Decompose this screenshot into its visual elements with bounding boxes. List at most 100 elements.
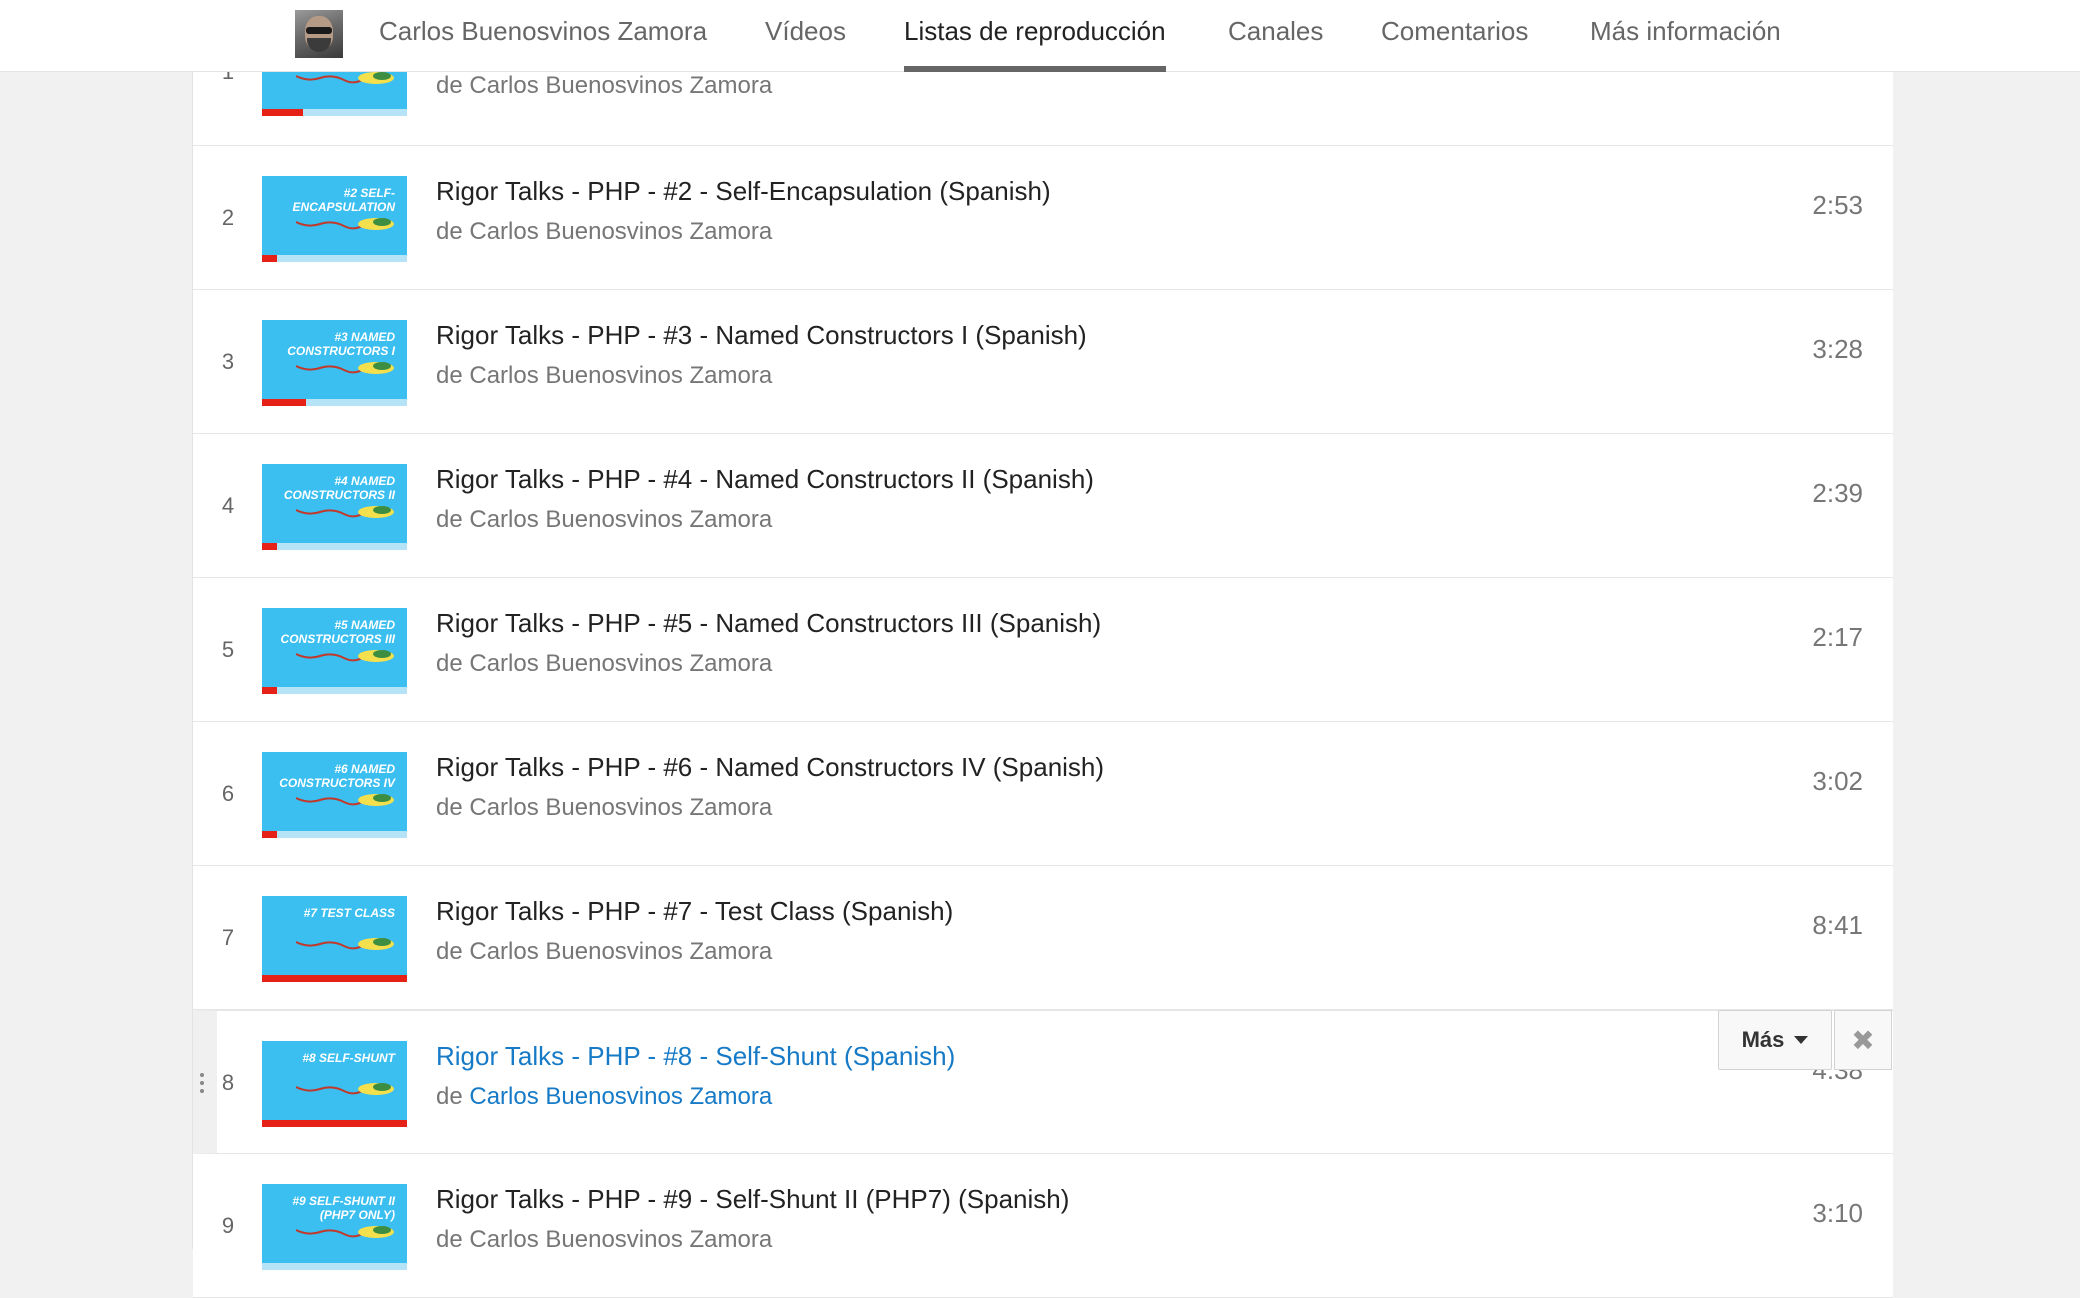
video-duration: 3:02 <box>1812 766 1863 796</box>
video-byline: de Carlos Buenosvinos Zamora <box>436 650 772 678</box>
playlist-index: 8 <box>221 1070 235 1095</box>
byline-prefix: de <box>436 506 463 533</box>
playlist-row[interactable]: 4 #4 NAMED CONSTRUCTORS II Rigor Talks - P… <box>193 434 1893 578</box>
watch-progress-fill <box>262 399 306 406</box>
video-byline: de Carlos Buenosvinos Zamora <box>436 1226 772 1254</box>
watch-progress-bar <box>262 543 407 550</box>
author-link[interactable]: Carlos Buenosvinos Zamora <box>469 218 772 245</box>
caret-down-icon <box>1794 1036 1809 1044</box>
author-link[interactable]: Carlos Buenosvinos Zamora <box>469 72 772 99</box>
thumbnail-caption: #3 NAMED CONSTRUCTORS I <box>287 330 395 358</box>
tab-playlists[interactable]: Listas de reproducción <box>904 0 1166 72</box>
thumbnail-caption: #2 SELF-ENCAPSULATION <box>292 186 395 214</box>
watch-progress-fill <box>262 255 277 262</box>
video-thumbnail[interactable]: #7 TEST CLASS <box>262 896 407 982</box>
thumbnail-graphic <box>296 506 394 518</box>
video-duration: 3:10 <box>1812 1198 1863 1228</box>
thumbnail-caption: #5 NAMED CONSTRUCTORS III <box>280 618 395 646</box>
drag-handle-icon[interactable] <box>199 1073 205 1097</box>
byline-prefix: de <box>436 794 463 821</box>
thumbnail-caption: #4 NAMED CONSTRUCTORS II <box>283 474 395 502</box>
playlist-panel: 1de Carlos Buenosvinos Zamora2#2 SELF-EN… <box>192 0 1893 1298</box>
playlist-row[interactable]: 2 #2 SELF-ENCAPSULATION Rigor Talks - PHP … <box>193 146 1893 290</box>
watch-progress-bar <box>262 399 407 406</box>
thumbnail-graphic <box>296 1083 394 1095</box>
byline-prefix: de <box>436 650 463 677</box>
thumbnail-caption: #8 SELF-SHUNT <box>302 1051 395 1065</box>
video-thumbnail[interactable]: #4 NAMED CONSTRUCTORS II <box>262 464 407 550</box>
video-thumbnail[interactable]: #6 NAMED CONSTRUCTORS IV <box>262 752 407 838</box>
playlist-index: 3 <box>221 349 235 374</box>
thumbnail-graphic <box>296 938 394 950</box>
video-byline: de Carlos Buenosvinos Zamora <box>436 72 772 100</box>
video-duration: 3:28 <box>1812 334 1863 364</box>
byline-prefix: de <box>436 1083 463 1110</box>
channel-nav: Carlos Buenosvinos Zamora Vídeos Listas … <box>0 0 2080 72</box>
tab-comments[interactable]: Comentarios <box>1381 0 1528 72</box>
more-button-label: Más <box>1741 1027 1785 1052</box>
video-title-link[interactable]: Rigor Talks - PHP - #7 - Test Class (Spa… <box>436 896 953 927</box>
thumbnail-caption: #6 NAMED CONSTRUCTORS IV <box>279 762 395 790</box>
watch-progress-fill <box>262 1120 407 1127</box>
video-title-link[interactable]: Rigor Talks - PHP - #2 - Self-Encapsulat… <box>436 176 1051 207</box>
video-thumbnail[interactable]: #5 NAMED CONSTRUCTORS III <box>262 608 407 694</box>
author-link[interactable]: Carlos Buenosvinos Zamora <box>469 938 772 965</box>
watch-progress-bar <box>262 975 407 982</box>
video-byline: de Carlos Buenosvinos Zamora <box>436 218 772 246</box>
channel-avatar[interactable] <box>295 10 343 58</box>
video-title-link[interactable]: Rigor Talks - PHP - #9 - Self-Shunt II (… <box>436 1184 1069 1215</box>
thumbnail-graphic <box>296 362 394 374</box>
playlist-row[interactable]: 5 #5 NAMED CONSTRUCTORS III Rigor Talks - … <box>193 578 1893 722</box>
author-link[interactable]: Carlos Buenosvinos Zamora <box>469 650 772 677</box>
author-link[interactable]: Carlos Buenosvinos Zamora <box>469 1083 772 1110</box>
playlist-index: 2 <box>221 205 235 230</box>
watch-progress-fill <box>262 687 277 694</box>
playlist-row[interactable]: 8 #8 SELF-SHUNT Rigor Talks - PHP - #8 - S… <box>193 1010 1893 1154</box>
video-title-link[interactable]: Rigor Talks - PHP - #6 - Named Construct… <box>436 752 1104 783</box>
watch-progress-bar <box>262 687 407 694</box>
playlist-row[interactable]: 6 #6 NAMED CONSTRUCTORS IV Rigor Talks - P… <box>193 722 1893 866</box>
close-icon[interactable]: ✖ <box>1834 1010 1892 1070</box>
video-title-link[interactable]: Rigor Talks - PHP - #5 - Named Construct… <box>436 608 1101 639</box>
watch-progress-bar <box>262 255 407 262</box>
video-title-link[interactable]: Rigor Talks - PHP - #3 - Named Construct… <box>436 320 1087 351</box>
author-link[interactable]: Carlos Buenosvinos Zamora <box>469 794 772 821</box>
byline-prefix: de <box>436 362 463 389</box>
byline-prefix: de <box>436 72 463 99</box>
watch-progress-fill <box>262 831 277 838</box>
tab-videos[interactable]: Vídeos <box>765 0 846 72</box>
video-byline: de Carlos Buenosvinos Zamora <box>436 938 772 966</box>
byline-prefix: de <box>436 938 463 965</box>
video-title-link[interactable]: Rigor Talks - PHP - #4 - Named Construct… <box>436 464 1094 495</box>
watch-progress-fill <box>262 543 277 550</box>
author-link[interactable]: Carlos Buenosvinos Zamora <box>469 506 772 533</box>
video-thumbnail[interactable]: #8 SELF-SHUNT <box>262 1041 407 1127</box>
author-link[interactable]: Carlos Buenosvinos Zamora <box>469 362 772 389</box>
video-thumbnail[interactable]: #9 SELF-SHUNT II (PHP7 ONLY) <box>262 1184 407 1270</box>
thumbnail-graphic <box>296 650 394 662</box>
video-byline: de Carlos Buenosvinos Zamora <box>436 794 772 822</box>
playlist-row[interactable]: 3 #3 NAMED CONSTRUCTORS I Rigor Talks - PH… <box>193 290 1893 434</box>
thumbnail-graphic <box>296 218 394 230</box>
playlist-index: 9 <box>221 1213 235 1238</box>
video-byline: de Carlos Buenosvinos Zamora <box>436 506 772 534</box>
byline-prefix: de <box>436 218 463 245</box>
watch-progress-bar <box>262 1263 407 1270</box>
video-title-link[interactable]: Rigor Talks - PHP - #8 - Self-Shunt (Spa… <box>436 1041 955 1072</box>
playlist-index: 6 <box>221 781 235 806</box>
tab-about[interactable]: Más información <box>1590 0 1781 72</box>
video-duration: 2:39 <box>1812 478 1863 508</box>
tab-channels[interactable]: Canales <box>1228 0 1323 72</box>
playlist-row[interactable]: 7 #7 TEST CLASS Rigor Talks - PHP - #7 - T… <box>193 866 1893 1010</box>
thumbnail-caption: #9 SELF-SHUNT II (PHP7 ONLY) <box>292 1194 395 1222</box>
channel-name-link[interactable]: Carlos Buenosvinos Zamora <box>379 0 707 72</box>
more-button[interactable]: Más <box>1718 1010 1832 1070</box>
watch-progress-bar <box>262 109 407 116</box>
thumbnail-graphic <box>296 794 394 806</box>
video-thumbnail[interactable]: #3 NAMED CONSTRUCTORS I <box>262 320 407 406</box>
playlist-index: 5 <box>221 637 235 662</box>
watch-progress-fill <box>262 975 407 982</box>
watch-progress-fill <box>262 109 303 116</box>
video-thumbnail[interactable]: #2 SELF-ENCAPSULATION <box>262 176 407 262</box>
playlist-row[interactable]: 9 #9 SELF-SHUNT II (PHP7 ONLY) Rigor Talks… <box>193 1154 1893 1298</box>
